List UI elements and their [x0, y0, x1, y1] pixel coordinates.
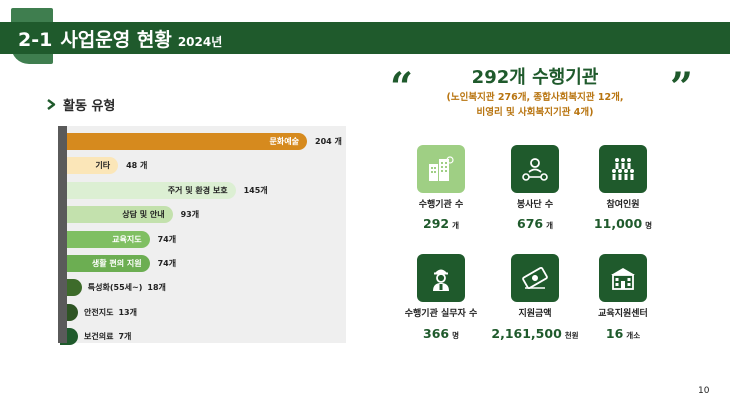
chart-value-label: 204 개 — [315, 137, 342, 146]
chart-value-label: 74개 — [157, 234, 177, 244]
chart-value-label: 48 개 — [126, 161, 148, 171]
stat-icon-box — [417, 145, 465, 193]
chart-bar-label: 상담 및 안내 — [122, 210, 165, 220]
chart-value-label: 18개 — [147, 283, 166, 293]
worker-icon — [433, 269, 449, 291]
stat-unit: 명 — [452, 331, 459, 340]
chart-value-label: 7개 — [118, 332, 132, 342]
stat-label: 참여인원 — [606, 200, 640, 210]
stat-icon-box — [511, 254, 559, 302]
school-building-icon — [611, 268, 635, 290]
stat-icon-box — [417, 254, 465, 302]
summary-subtitle-line1: (노인복지관 276개, 종합사회복지관 12개, — [446, 92, 624, 103]
money-icon — [522, 266, 548, 290]
stat-icon-box — [511, 145, 559, 193]
section-title: 사업운영 현황 — [60, 29, 172, 51]
stat-unit: 개 — [452, 221, 459, 230]
chart-bar-label: 기타 — [95, 161, 111, 171]
summary-title: 292개 수행기관 — [471, 67, 599, 88]
crowd-icon — [612, 158, 634, 180]
stat-unit: 개소 — [626, 331, 641, 340]
stat-icon-box — [599, 145, 647, 193]
summary-subtitle-line2: 비영리 및 사회복지기관 4개) — [476, 107, 594, 118]
stat-icon-box — [599, 254, 647, 302]
chart-bar-label: 보건의료 — [84, 332, 114, 342]
stat-value: 16 개소 — [568, 323, 678, 342]
stat-unit: 개 — [546, 221, 553, 230]
chart-value-label: 13개 — [118, 307, 137, 317]
stat-number: 366 — [423, 326, 450, 341]
chart-bar-label: 문화예술 — [269, 137, 299, 146]
buildings-icon — [429, 156, 454, 181]
chart-bar-label: 주거 및 환경 보호 — [167, 185, 228, 195]
section-year: 2024년 — [177, 35, 223, 49]
stat-number: 16 — [605, 326, 624, 341]
stat-number: 11,000 — [593, 216, 643, 231]
chart-value-label: 74개 — [157, 259, 177, 268]
chevron-right-icon — [47, 99, 56, 110]
chart-value-label: 93개 — [180, 210, 200, 220]
chart-bar-label: 교육지도 — [112, 234, 142, 244]
summary-subtitle: (노인복지관 276개, 종합사회복지관 12개, 비영리 및 사회복지기관 4… — [400, 90, 670, 120]
chart-bar-label: 생활 편의 지원 — [91, 259, 142, 268]
stat-label: 교육지원센터 — [598, 309, 648, 319]
page-number: 10 — [698, 386, 710, 396]
group-network-icon — [522, 158, 548, 181]
chart-bar-label: 특성화(55세~) — [87, 283, 143, 293]
stat-number: 2,161,500 — [491, 326, 562, 341]
stat-number: 292 — [423, 216, 450, 231]
section-number: 2-1 — [18, 29, 53, 51]
section-label: 활동 유형 — [47, 95, 115, 114]
stat-number: 676 — [517, 216, 544, 231]
section-label-text: 활동 유형 — [63, 99, 116, 114]
chart-value-label: 145개 — [243, 185, 268, 195]
close-quote-icon: ” — [670, 64, 694, 111]
chart-axis — [58, 126, 67, 343]
chart-bar-label: 안전지도 — [84, 307, 114, 317]
page-title: 2-1 사업운영 현황 2024년 — [18, 25, 222, 53]
stat-value: 11,000 명 — [568, 213, 678, 232]
stat-unit: 명 — [645, 221, 653, 230]
